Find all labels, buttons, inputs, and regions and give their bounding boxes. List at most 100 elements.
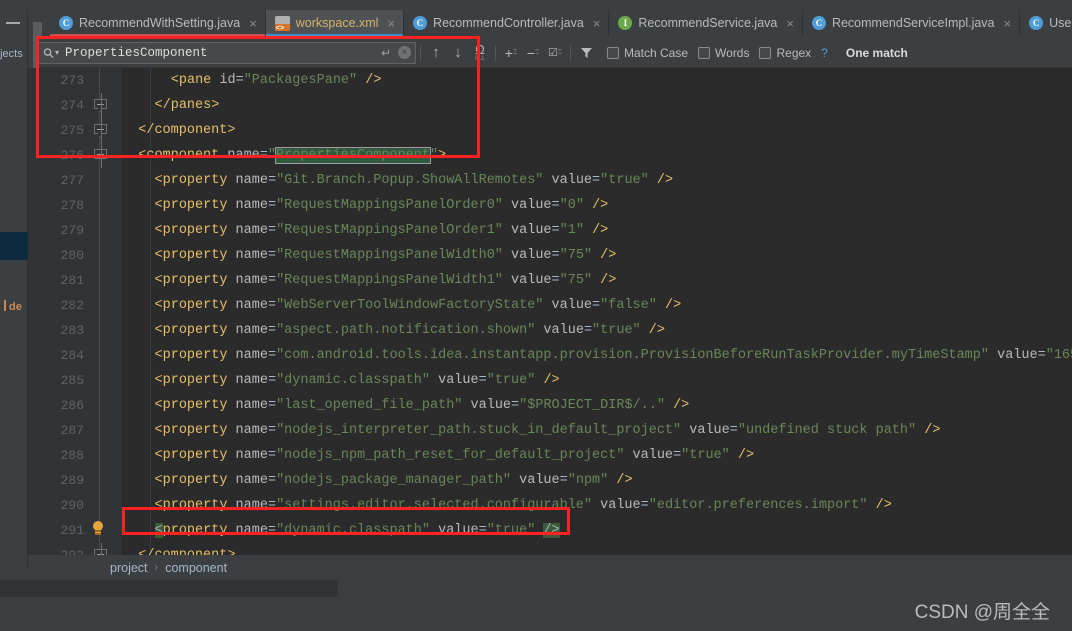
code-line[interactable]: 283 <property name="aspect.path.notificat…	[28, 318, 1072, 343]
intention-bulb-icon[interactable]	[92, 521, 104, 537]
breadcrumb[interactable]: project › component	[28, 555, 1072, 580]
clear-icon[interactable]: ×	[398, 46, 411, 59]
code-token-eq: =	[592, 298, 601, 313]
filter-icon[interactable]	[575, 42, 597, 64]
code-editor[interactable]: 273 <pane id="PackagesPane" /> 274 </panes>…	[28, 68, 1072, 555]
code-line[interactable]: 290 <property name="settings.editor.selec…	[28, 493, 1072, 518]
code-line[interactable]: 291 <property name="dynamic.classpath" va…	[28, 518, 1072, 543]
words-option[interactable]: Words	[698, 46, 749, 60]
close-icon[interactable]: ×	[387, 17, 395, 30]
code-token-str: "Git.Branch.Popup.ShowAllRemotes"	[276, 173, 544, 188]
editor-tab-1[interactable]: workspace.xml ×	[265, 10, 405, 36]
code-text: <property name="WebServerToolWindowFacto…	[155, 293, 682, 318]
code-line[interactable]: 275 </component>	[28, 118, 1072, 143]
code-token-tag: />	[592, 223, 609, 238]
editor-tab-4[interactable]: C RecommendServiceImpl.java ×	[803, 10, 1021, 36]
match-case-checkbox[interactable]	[607, 46, 619, 59]
find-input[interactable]: PropertiesComponent	[59, 46, 381, 60]
code-line[interactable]: 280 <property name="RequestMappingsPanelW…	[28, 243, 1072, 268]
code-token-eq: =	[267, 173, 277, 188]
match-status: One match	[845, 45, 908, 60]
line-number: 280	[60, 248, 84, 263]
code-token-tag: <property	[154, 398, 228, 413]
code-token-eq: =	[478, 523, 487, 538]
code-token-str: "16504	[1045, 348, 1072, 363]
code-token-eq: =	[267, 498, 277, 513]
match-case-label: Match Case	[624, 45, 689, 60]
code-token-str: "RequestMappingsPanelWidth0"	[276, 248, 503, 263]
code-line[interactable]: 284 <property name="com.android.tools.ide…	[28, 343, 1072, 368]
remove-occurrence-icon[interactable]: − ⌶	[522, 42, 544, 64]
editor-tab-0[interactable]: C RecommendWithSetting.java ×	[50, 10, 266, 36]
code-line[interactable]: 277 <property name="Git.Branch.Popup.Show…	[28, 168, 1072, 193]
find-input-wrapper[interactable]: ▾ PropertiesComponent ↵ ×	[38, 41, 416, 64]
breadcrumb-item-project[interactable]: project	[110, 561, 148, 575]
code-line[interactable]: 279 <property name="RequestMappingsPanelO…	[28, 218, 1072, 243]
code-token-match: PropertiesComponent	[275, 147, 431, 164]
code-line[interactable]: 276 <component name="PropertiesComponent"…	[28, 143, 1072, 168]
match-case-option[interactable]: Match Case	[607, 46, 688, 60]
code-token-tag: />	[616, 473, 633, 488]
status-bar	[0, 580, 1072, 631]
xml-file-icon	[274, 15, 290, 31]
code-line[interactable]: 288 <property name="nodejs_npm_path_reset…	[28, 443, 1072, 468]
collapse-icon[interactable]	[6, 22, 20, 24]
active-tab-underline	[265, 34, 404, 36]
code-token-eq: =	[583, 323, 593, 338]
select-all-matches-icon[interactable]: ☑ ⌶	[544, 42, 566, 64]
code-token-str: "PackagesPane"	[243, 73, 358, 88]
editor-tab-2[interactable]: C RecommendController.java ×	[404, 10, 610, 36]
code-text: <component name="PropertiesComponent">	[138, 143, 446, 168]
status-bar-left-block	[0, 580, 338, 596]
line-number: 290	[60, 498, 84, 513]
select-all-occurrences-icon[interactable]: Ω ALL	[469, 42, 491, 64]
code-token-eq: =	[267, 198, 277, 213]
search-icon[interactable]: ▾	[43, 47, 59, 59]
code-line[interactable]: 286 <property name="last_opened_file_path…	[28, 393, 1072, 418]
code-line[interactable]: 273 <pane id="PackagesPane" />	[28, 68, 1072, 93]
line-number: 291	[60, 523, 84, 538]
find-next-button[interactable]: ↓	[447, 42, 469, 64]
editor-tab-label: User.java	[1049, 16, 1072, 30]
code-token-tag: />	[543, 373, 560, 388]
find-prev-button[interactable]: ↑	[425, 42, 447, 64]
code-line[interactable]: 282 <property name="WebServerToolWindowFa…	[28, 293, 1072, 318]
checkbox-glyph: ☑	[547, 47, 558, 59]
code-line[interactable]: 287 <property name="nodejs_interpreter_pa…	[28, 418, 1072, 443]
editor-tab-3[interactable]: I RecommendService.java ×	[609, 10, 803, 36]
code-line[interactable]: 278 <property name="RequestMappingsPanelO…	[28, 193, 1072, 218]
code-line[interactable]: 281 <property name="RequestMappingsPanelW…	[28, 268, 1072, 293]
code-token-str: "WebServerToolWindowFactoryState"	[276, 298, 544, 313]
line-number: 286	[60, 398, 84, 413]
left-tool-strip: ojects de	[0, 10, 28, 570]
close-icon[interactable]: ×	[1004, 17, 1012, 30]
add-occurrence-icon[interactable]: + ⌶	[500, 42, 522, 64]
code-line[interactable]: 274 </panes>	[28, 93, 1072, 118]
toolbar-divider	[420, 44, 421, 61]
breadcrumb-item-component[interactable]: component	[165, 561, 227, 575]
code-token-tag: <component	[138, 148, 220, 163]
close-icon[interactable]: ×	[786, 17, 794, 30]
return-icon[interactable]: ↵	[381, 46, 391, 60]
code-token-str: "dynamic.classpath"	[276, 523, 430, 538]
editor-tab-5[interactable]: C User.java	[1020, 10, 1072, 36]
code-line[interactable]: 292 </component>	[28, 543, 1072, 555]
close-icon[interactable]: ×	[593, 17, 601, 30]
code-token-str: "com.android.tools.idea.instantapp.provi…	[276, 348, 989, 363]
code-line[interactable]: 289 <property name="nodejs_package_manage…	[28, 468, 1072, 493]
close-icon[interactable]: ×	[249, 17, 257, 30]
code-token-attr: name	[235, 223, 268, 238]
words-checkbox[interactable]	[698, 46, 711, 59]
regex-checkbox[interactable]	[759, 46, 772, 59]
regex-option[interactable]: Regex ?	[759, 46, 828, 60]
help-icon[interactable]: ?	[821, 46, 828, 60]
code-line[interactable]: 285 <property name="dynamic.classpath" va…	[28, 368, 1072, 393]
